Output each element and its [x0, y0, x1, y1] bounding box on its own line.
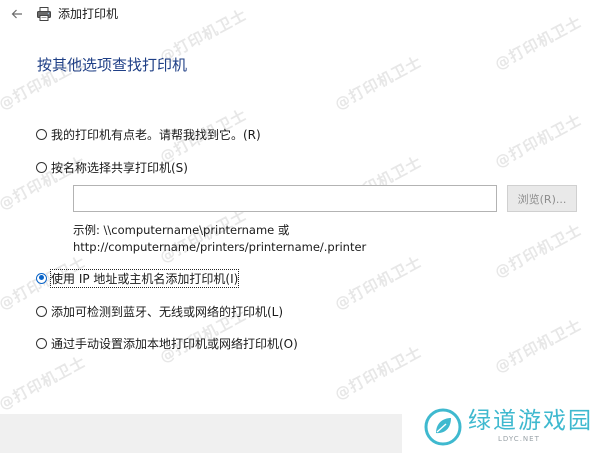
watermark: @打印机卫士: [491, 315, 585, 377]
title-bar: 添加打印机: [0, 0, 600, 30]
leaf-logo-icon: [424, 408, 462, 446]
watermark: @打印机卫士: [331, 252, 425, 314]
site-logo: 绿道游戏园 LDYC.NET: [402, 400, 600, 453]
radio-button[interactable]: [36, 272, 47, 284]
browse-button[interactable]: 浏览(R)...: [507, 185, 577, 212]
window-title: 添加打印机: [58, 7, 119, 21]
example-text-line-2: http://computername/printers/printername…: [73, 240, 367, 254]
watermark: @打印机卫士: [491, 110, 585, 172]
watermark: @打印机卫士: [331, 52, 425, 114]
option-label: 使用 IP 地址或主机名添加打印机(I): [49, 268, 240, 288]
watermark: @打印机卫士: [331, 342, 425, 404]
logo-text: 绿道游戏园: [468, 408, 593, 434]
option-manual-setup[interactable]: 通过手动设置添加本地打印机或网络打印机(O): [36, 334, 298, 352]
example-text-line-1: 示例: \\computername\printername 或: [73, 223, 290, 237]
logo-domain: LDYC.NET: [498, 435, 540, 443]
option-label: 按名称选择共享打印机(S): [51, 160, 188, 175]
arrow-left-icon: [11, 9, 22, 19]
watermark: @打印机卫士: [491, 220, 585, 282]
option-ip-address[interactable]: 使用 IP 地址或主机名添加打印机(I): [36, 268, 240, 288]
page-heading: 按其他选项查找打印机: [37, 56, 188, 74]
radio-button[interactable]: [36, 337, 47, 349]
option-label: 添加可检测到蓝牙、无线或网络的打印机(L): [51, 304, 284, 319]
watermark: @打印机卫士: [0, 352, 89, 414]
radio-button[interactable]: [36, 128, 47, 140]
option-label: 通过手动设置添加本地打印机或网络打印机(O): [51, 336, 298, 351]
shared-printer-name-input[interactable]: [73, 185, 497, 212]
radio-button[interactable]: [36, 161, 47, 173]
radio-button[interactable]: [36, 305, 47, 317]
printer-icon: [37, 7, 51, 21]
add-printer-window: @打印机卫士 @打印机卫士 @打印机卫士 @打印机卫士 @打印机卫士 @打印机卫…: [0, 0, 600, 453]
option-shared-printer[interactable]: 按名称选择共享打印机(S): [36, 158, 188, 176]
back-button[interactable]: [6, 4, 28, 24]
option-label: 我的打印机有点老。请帮我找到它。(R): [51, 127, 261, 142]
option-old-printer[interactable]: 我的打印机有点老。请帮我找到它。(R): [36, 125, 261, 143]
option-bluetooth-wireless[interactable]: 添加可检测到蓝牙、无线或网络的打印机(L): [36, 302, 283, 320]
